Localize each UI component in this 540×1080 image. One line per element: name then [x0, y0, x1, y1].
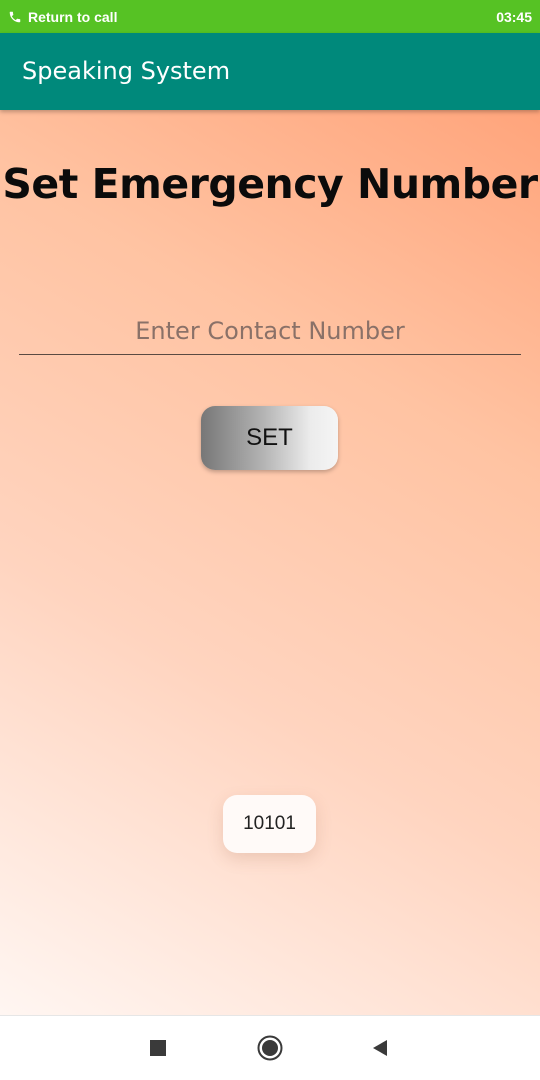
screen: Return to call 03:45 Speaking System Set…	[0, 0, 540, 1080]
back-icon[interactable]	[365, 1033, 395, 1063]
page-heading: Set Emergency Number	[2, 160, 538, 208]
status-time: 03:45	[496, 8, 532, 25]
navigation-bar	[0, 1015, 540, 1080]
set-button[interactable]: SET	[201, 406, 338, 470]
phone-icon	[8, 10, 22, 24]
app-bar: Speaking System	[0, 33, 540, 110]
app-title: Speaking System	[22, 57, 231, 85]
return-to-call[interactable]: Return to call	[8, 9, 117, 25]
status-bar: Return to call 03:45	[0, 0, 540, 33]
home-icon[interactable]	[255, 1033, 285, 1063]
main-content: Set Emergency Number SET 10101	[0, 110, 540, 1015]
contact-number-input[interactable]	[19, 308, 521, 354]
recent-apps-icon[interactable]	[143, 1033, 173, 1063]
return-to-call-label: Return to call	[28, 8, 118, 25]
contact-field-container	[19, 308, 521, 355]
toast-message: 10101	[223, 795, 316, 853]
